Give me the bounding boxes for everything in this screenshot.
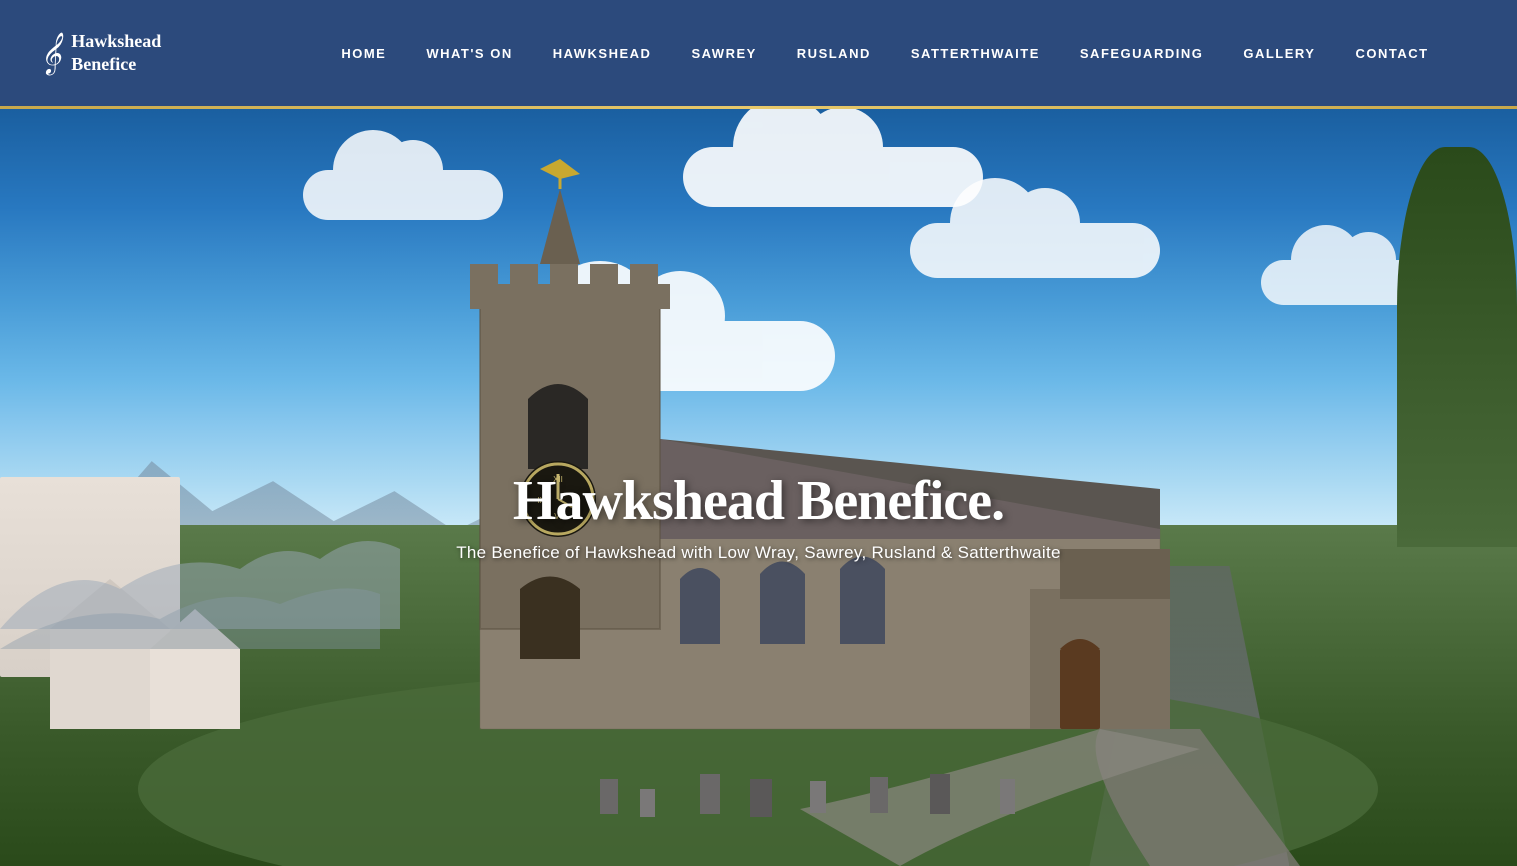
nav-safeguarding[interactable]: SAFEGUARDING [1080,46,1203,61]
nav-hawkshead[interactable]: HAWKSHEAD [553,46,652,61]
hero-subtitle: The Benefice of Hawkshead with Low Wray,… [456,543,1061,563]
main-nav: HOME WHAT'S ON HAWKSHEAD SAWREY RUSLAND … [341,46,1428,61]
nav-contact[interactable]: CONTACT [1355,46,1428,61]
nav-home[interactable]: HOME [341,46,386,61]
hero-section: XII VI IX III [0,109,1517,866]
hero-text-block: Hawkshead Benefice. The Benefice of Hawk… [456,469,1061,563]
nav-gallery[interactable]: GALLERY [1243,46,1315,61]
logo[interactable]: 𝄞 Hawkshead Benefice [40,30,161,77]
logo-icon: 𝄞 [40,35,61,71]
nav-whats-on[interactable]: WHAT'S ON [426,46,512,61]
nav-satterthwaite[interactable]: SATTERTHWAITE [911,46,1040,61]
site-header: 𝄞 Hawkshead Benefice HOME WHAT'S ON HAWK… [0,0,1517,106]
logo-text: Hawkshead Benefice [71,30,161,77]
nav-rusland[interactable]: RUSLAND [797,46,871,61]
hero-title: Hawkshead Benefice. [456,469,1061,533]
nav-sawrey[interactable]: SAWREY [691,46,756,61]
